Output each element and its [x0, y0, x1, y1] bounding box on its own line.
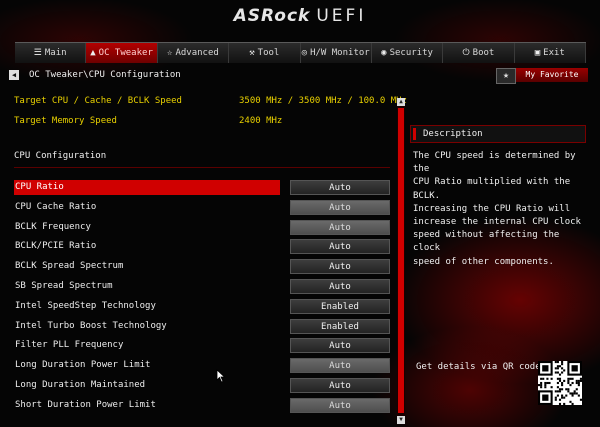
setting-row-sb-spread-spectrum[interactable]: SB Spread Spectrum: [14, 279, 280, 294]
favorite-star-icon[interactable]: ★: [496, 68, 516, 84]
shield-icon: ◉: [381, 48, 387, 58]
setting-row-bclk-pcie-ratio[interactable]: BCLK/PCIE Ratio: [14, 239, 280, 254]
setting-row-long-duration-maintained[interactable]: Long Duration Maintained: [14, 378, 280, 393]
tab-label: OC Tweaker: [98, 48, 153, 58]
tab-label: Exit: [543, 48, 565, 58]
tab-label: H/W Monitor: [310, 48, 370, 58]
tab-label: Security: [389, 48, 433, 58]
tab-label: Advanced: [175, 48, 219, 58]
power-icon: ⏻: [462, 48, 470, 58]
setting-value-button[interactable]: Auto: [290, 338, 390, 353]
tab-label: Main: [44, 48, 67, 58]
my-favorite-button[interactable]: My Favorite: [516, 68, 588, 82]
qr-code-icon: [538, 361, 582, 405]
breadcrumb: OC Tweaker\CPU Configuration: [29, 70, 181, 80]
exit-icon: ▣: [534, 48, 541, 58]
main-tab-bar: ☰ Main ▲ OC Tweaker ☆ Advanced ⚒ Tool ◎ H/W Monit…: [15, 42, 586, 63]
section-divider: [14, 167, 390, 168]
setting-value-button[interactable]: Auto: [290, 239, 390, 254]
setting-value-button[interactable]: Auto: [290, 358, 390, 373]
list-icon: ☰: [33, 48, 42, 58]
tab-main[interactable]: ☰ Main: [15, 43, 87, 63]
description-header: Description: [410, 125, 586, 143]
brand-logo: ASRock UEFI: [233, 6, 367, 26]
monitor-icon: ◎: [301, 48, 308, 58]
breadcrumb-bar: ◀ OC Tweaker\CPU Configuration ★ My Favo…: [7, 68, 593, 84]
description-line: speed of other components.: [413, 256, 554, 267]
description-line: speed without affecting the clock: [413, 230, 560, 254]
scroll-down-arrow-icon[interactable]: ▼: [397, 416, 405, 424]
setting-row-bclk-frequency[interactable]: BCLK Frequency: [14, 220, 280, 235]
tab-label: Tool: [257, 48, 280, 58]
setting-row-bclk-spread-spectrum[interactable]: BCLK Spread Spectrum: [14, 259, 280, 274]
mouse-cursor-icon: [216, 369, 226, 383]
qr-label: Get details via QR code: [416, 362, 541, 372]
flame-icon: ▲: [90, 48, 96, 58]
description-accent-bar: [413, 128, 416, 140]
tab-advanced[interactable]: ☆ Advanced: [158, 43, 230, 63]
description-line: The CPU speed is determined by the: [413, 151, 576, 175]
description-line: increase the internal CPU clock: [413, 217, 581, 228]
tab-tool[interactable]: ⚒ Tool: [229, 43, 301, 63]
setting-row-cpu-ratio[interactable]: CPU Ratio: [14, 180, 280, 195]
setting-row-intel-turbo-boost-technology[interactable]: Intel Turbo Boost Technology: [14, 319, 280, 334]
scrollbar-thumb[interactable]: [398, 108, 404, 413]
tools-icon: ⚒: [249, 48, 255, 58]
section-title: CPU Configuration: [14, 151, 107, 161]
setting-row-intel-speedstep-technology[interactable]: Intel SpeedStep Technology: [14, 299, 280, 314]
description-title: Description: [423, 129, 483, 139]
back-arrow-icon[interactable]: ◀: [9, 70, 19, 80]
setting-value-button[interactable]: Auto: [290, 180, 390, 195]
scroll-up-arrow-icon[interactable]: ▲: [397, 98, 405, 106]
setting-value-button[interactable]: Auto: [290, 398, 390, 413]
setting-row-cpu-cache-ratio[interactable]: CPU Cache Ratio: [14, 200, 280, 215]
setting-value-button[interactable]: Enabled: [290, 319, 390, 334]
tab-h-w-monitor[interactable]: ◎ H/W Monitor: [301, 43, 372, 63]
description-text: The CPU speed is determined by the CPU Ra…: [413, 150, 591, 269]
target-cpu-label: Target CPU / Cache / BCLK Speed: [14, 96, 182, 106]
star-icon: ☆: [167, 48, 173, 58]
tab-security[interactable]: ◉ Security: [372, 43, 444, 63]
tab-exit[interactable]: ▣ Exit: [515, 43, 586, 63]
setting-row-filter-pll-frequency[interactable]: Filter PLL Frequency: [14, 338, 280, 353]
target-memory-value: 2400 MHz: [239, 116, 283, 126]
setting-value-button[interactable]: Enabled: [290, 299, 390, 314]
description-line: CPU Ratio multiplied with the BCLK.: [413, 177, 571, 201]
target-memory-label: Target Memory Speed: [14, 116, 117, 126]
tab-label: Boot: [472, 48, 495, 58]
target-cpu-value: 3500 MHz / 3500 MHz / 100.0 MHz: [239, 96, 407, 106]
description-line: Increasing the CPU Ratio will: [413, 203, 571, 214]
setting-row-long-duration-power-limit[interactable]: Long Duration Power Limit: [14, 358, 280, 373]
setting-value-button[interactable]: Auto: [290, 259, 390, 274]
setting-value-button[interactable]: Auto: [290, 279, 390, 294]
setting-row-short-duration-power-limit[interactable]: Short Duration Power Limit: [14, 398, 280, 413]
tab-oc-tweaker[interactable]: ▲ OC Tweaker: [86, 43, 158, 63]
tab-boot[interactable]: ⏻ Boot: [443, 43, 515, 63]
setting-value-button[interactable]: Auto: [290, 220, 390, 235]
setting-value-button[interactable]: Auto: [290, 200, 390, 215]
setting-value-button[interactable]: Auto: [290, 378, 390, 393]
